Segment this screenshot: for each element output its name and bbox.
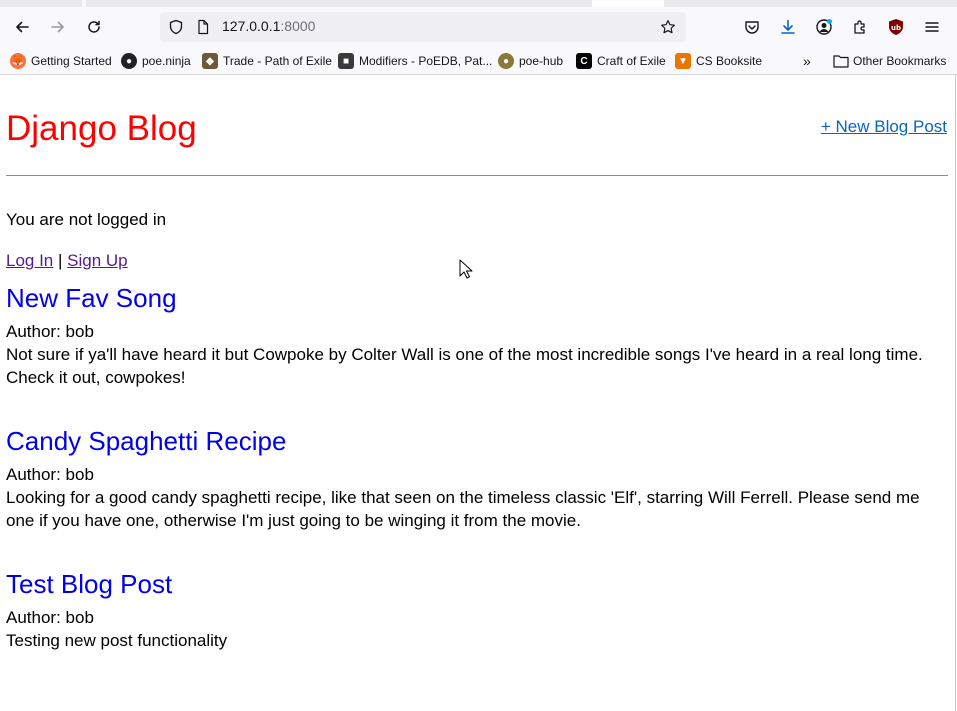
page-icon[interactable] (195, 19, 211, 35)
other-bookmarks-folder[interactable]: Other Bookmarks (833, 52, 946, 70)
bookmark-poe-trade[interactable]: ◆ Trade - Path of Exile (202, 52, 332, 70)
extensions-button[interactable] (846, 13, 874, 41)
puzzle-icon (854, 20, 865, 34)
bookmark-label: CS Booksite (696, 54, 763, 68)
bookmark-craft-of-exile[interactable]: C Craft of Exile (576, 52, 666, 70)
chevron-double-right-icon: » (803, 53, 811, 69)
post-body: Not sure if ya'll have heard it but Cowp… (6, 345, 923, 387)
menu-button[interactable] (918, 13, 946, 41)
pocket-button[interactable] (738, 13, 766, 41)
post-author: Author: bob (6, 465, 94, 484)
site-title: Django Blog (6, 109, 197, 148)
hamburger-menu-icon (925, 22, 939, 32)
bookmark-star-icon[interactable] (660, 19, 676, 35)
blog-post: Candy Spaghetti Recipe Author: bob Looki… (6, 425, 951, 532)
new-blog-post-link[interactable]: + New Blog Post (821, 117, 947, 137)
sign-up-link[interactable]: Sign Up (67, 251, 127, 270)
poedb-icon: ■ (338, 53, 354, 69)
back-arrow-icon (16, 21, 29, 33)
bookmark-label: poe-hub (519, 54, 564, 68)
forward-arrow-icon (51, 21, 64, 33)
bookmarks-overflow-button[interactable]: » (803, 52, 811, 70)
bookmark-label: Craft of Exile (597, 54, 666, 68)
post-author: Author: bob (6, 322, 94, 341)
url-port: :8000 (280, 18, 316, 34)
firefox-icon: 🦊 (10, 53, 26, 69)
auth-separator: | (58, 251, 63, 270)
header-divider (6, 175, 948, 176)
ublock-shield-icon: ub (889, 19, 903, 35)
blog-post: Test Blog Post Author: bob Testing new p… (6, 568, 951, 652)
pocket-icon (745, 21, 759, 34)
bookmark-poe-ninja[interactable]: ● poe.ninja (121, 52, 191, 70)
auth-links: Log In | Sign Up (6, 251, 128, 271)
active-tab-edge[interactable] (592, 0, 664, 7)
poe-hub-icon: ● (498, 53, 514, 69)
bookmarks-toolbar: 🦊 Getting Started ● poe.ninja ◆ Trade - … (0, 47, 957, 75)
browser-toolbar: 127.0.0.1:8000 ub (0, 7, 957, 47)
post-body: Testing new post functionality (6, 631, 228, 650)
post-title-link[interactable]: New Fav Song (6, 282, 951, 314)
reload-button[interactable] (80, 13, 108, 41)
bookmark-cs-booksite[interactable]: ▼ CS Booksite (675, 52, 762, 70)
reload-icon (88, 20, 100, 33)
other-bookmarks-label: Other Bookmarks (853, 54, 947, 68)
downloads-button[interactable] (774, 13, 802, 41)
blog-post: New Fav Song Author: bob Not sure if ya'… (6, 282, 951, 389)
download-icon (781, 19, 795, 34)
craft-of-exile-icon: C (576, 53, 592, 69)
post-title-link[interactable]: Test Blog Post (6, 568, 951, 600)
account-icon (816, 19, 832, 35)
post-title-link[interactable]: Candy Spaghetti Recipe (6, 425, 951, 457)
log-in-link[interactable]: Log In (6, 251, 53, 270)
forward-button[interactable] (44, 13, 72, 41)
back-button[interactable] (8, 13, 36, 41)
bookmark-poedb[interactable]: ■ Modifiers - PoEDB, Pat... (338, 52, 492, 70)
folder-icon (833, 55, 849, 68)
mouse-cursor-icon (459, 259, 473, 279)
svg-text:ub: ub (891, 24, 901, 32)
page-content: Django Blog + New Blog Post You are not … (0, 75, 956, 711)
ublock-button[interactable]: ub (882, 13, 910, 41)
url-text[interactable]: 127.0.0.1:8000 (222, 18, 315, 34)
shield-icon[interactable] (168, 19, 184, 35)
bookmark-label: Trade - Path of Exile (223, 54, 332, 68)
bookmark-getting-started[interactable]: 🦊 Getting Started (10, 52, 112, 70)
login-status-text: You are not logged in (6, 210, 167, 229)
bookmark-label: Getting Started (31, 54, 112, 68)
bookmark-poe-hub[interactable]: ● poe-hub (498, 52, 563, 70)
princeton-shield-icon: ▼ (675, 53, 691, 69)
bookmark-label: poe.ninja (142, 54, 191, 68)
account-button[interactable] (810, 13, 838, 41)
post-author: Author: bob (6, 608, 94, 627)
tab-edge (82, 0, 86, 7)
bookmark-label: Modifiers - PoEDB, Pat... (359, 54, 493, 68)
poe-trade-icon: ◆ (202, 53, 218, 69)
url-host: 127.0.0.1 (222, 18, 281, 34)
ninja-icon: ● (121, 53, 137, 69)
url-bar[interactable]: 127.0.0.1:8000 (160, 12, 686, 42)
post-body: Looking for a good candy spaghetti recip… (6, 488, 920, 530)
